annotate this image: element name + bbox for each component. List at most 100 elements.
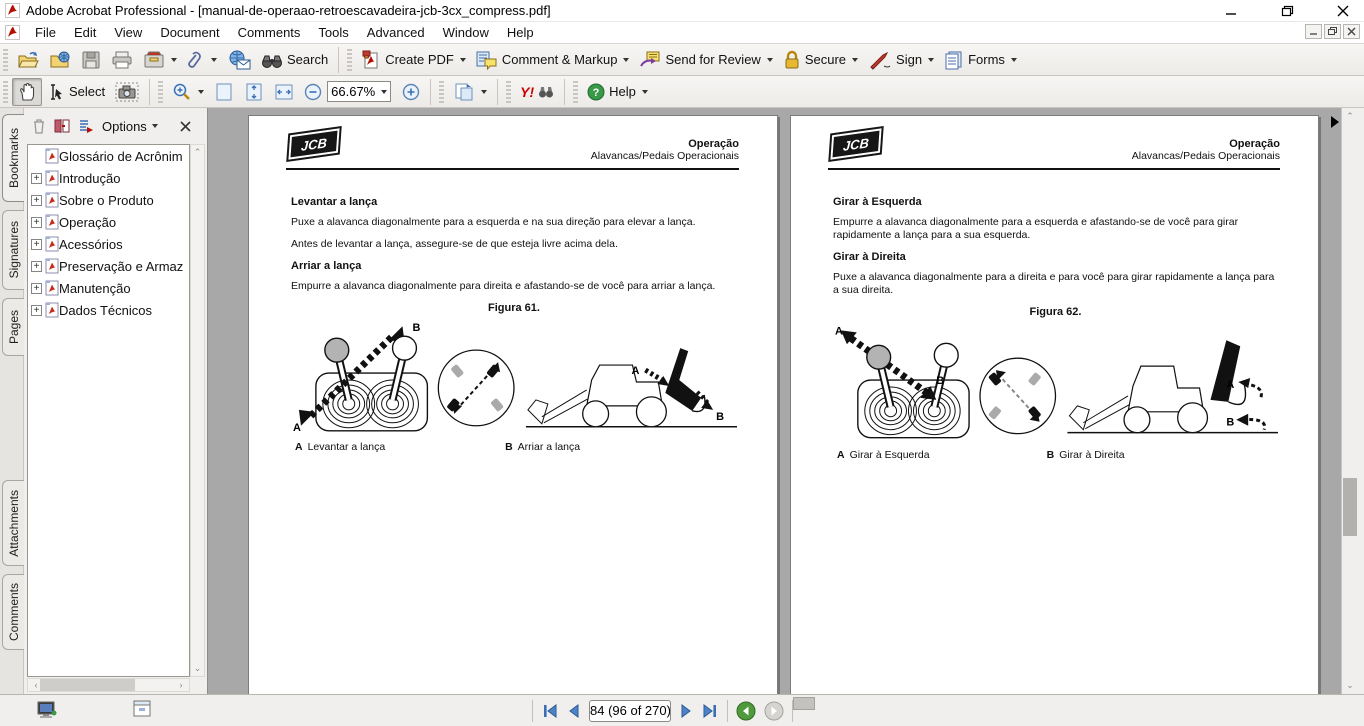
hand-tool-button[interactable] [12, 78, 42, 106]
attach-button[interactable] [182, 46, 222, 74]
tab-comments[interactable]: Comments [2, 574, 24, 650]
toolbar-grip[interactable] [3, 81, 8, 103]
previous-view-icon[interactable] [736, 701, 756, 721]
bookmark-item[interactable]: + Preservação e Armaz [28, 255, 189, 277]
tab-signatures[interactable]: Signatures [2, 210, 24, 290]
menu-file[interactable]: File [26, 23, 65, 42]
zoom-level-input[interactable] [331, 84, 379, 99]
delete-bookmark-icon[interactable] [32, 118, 46, 134]
fit-page-button[interactable] [239, 78, 269, 106]
scroll-right-icon[interactable]: › [176, 680, 186, 690]
document-horizontal-scrollbar-thumb[interactable] [793, 697, 815, 710]
comment-markup-caret[interactable] [623, 58, 629, 62]
menu-advanced[interactable]: Advanced [358, 23, 434, 42]
bookmark-item[interactable]: + Manutenção [28, 277, 189, 299]
next-page-icon[interactable] [679, 703, 693, 719]
yahoo-search-button[interactable]: Y! [515, 80, 559, 104]
new-bookmark-icon[interactable] [78, 118, 94, 134]
menu-window[interactable]: Window [434, 23, 498, 42]
create-pdf-caret[interactable] [460, 58, 466, 62]
snapshot-tool-button[interactable] [110, 78, 144, 106]
toolbar-grip[interactable] [439, 81, 444, 103]
expand-plus-icon[interactable]: + [31, 173, 42, 184]
create-pdf-button[interactable]: Create PDF [356, 46, 471, 74]
doc-minimize-button[interactable] [1305, 24, 1322, 39]
print-button[interactable] [106, 46, 138, 74]
panel-vertical-scrollbar[interactable]: ⌃ ⌄ [190, 144, 205, 677]
zoom-tool-button[interactable] [167, 78, 209, 106]
menu-view[interactable]: View [105, 23, 151, 42]
open-button[interactable] [12, 46, 44, 74]
forms-button[interactable]: Forms [939, 46, 1022, 74]
attach-dropdown-caret[interactable] [211, 58, 217, 62]
menu-tools[interactable]: Tools [309, 23, 357, 42]
search-button[interactable]: Search [256, 46, 333, 74]
bookmark-item[interactable]: + Acessórios [28, 233, 189, 255]
menu-document[interactable]: Document [151, 23, 228, 42]
menu-edit[interactable]: Edit [65, 23, 105, 42]
help-button[interactable]: ? Help [582, 79, 653, 105]
reading-mode-icon[interactable] [36, 700, 58, 720]
expand-plus-icon[interactable]: + [31, 261, 42, 272]
expand-plus-icon[interactable]: + [31, 305, 42, 316]
options-menu-button[interactable]: Options [102, 119, 158, 134]
last-page-icon[interactable] [701, 703, 719, 719]
sign-caret[interactable] [928, 58, 934, 62]
toolbar-grip[interactable] [3, 49, 8, 71]
comment-markup-button[interactable]: Comment & Markup [471, 46, 635, 74]
document-vertical-scrollbar[interactable]: ⌃ ⌄ [1341, 108, 1358, 694]
zoom-out-button[interactable] [299, 79, 327, 105]
panel-horizontal-scrollbar[interactable]: ‹ › [27, 678, 190, 692]
sign-button[interactable]: Sign [863, 46, 939, 74]
scroll-up-icon[interactable]: ⌃ [191, 147, 204, 158]
scroll-down-icon[interactable]: ⌄ [1342, 680, 1358, 691]
page-display-caret[interactable] [481, 90, 487, 94]
organizer-button[interactable] [138, 46, 182, 74]
close-button[interactable] [1330, 2, 1356, 20]
select-tool-button[interactable]: Select [42, 79, 110, 105]
zoom-in-button[interactable] [397, 79, 425, 105]
scrollbar-thumb[interactable] [1343, 478, 1357, 536]
actual-size-button[interactable] [209, 78, 239, 106]
tab-attachments[interactable]: Attachments [2, 480, 24, 566]
email-button[interactable] [222, 46, 256, 74]
first-page-icon[interactable] [541, 703, 559, 719]
page-display-button[interactable] [448, 78, 492, 106]
menu-help[interactable]: Help [498, 23, 543, 42]
expand-plus-icon[interactable]: + [31, 239, 42, 250]
scroll-down-icon[interactable]: ⌄ [191, 663, 204, 674]
send-for-review-caret[interactable] [767, 58, 773, 62]
open-web-page-button[interactable] [44, 46, 76, 74]
bookmark-item[interactable]: + Dados Técnicos [28, 299, 189, 321]
expand-current-bookmark-icon[interactable] [54, 118, 70, 134]
bookmark-item[interactable]: + Introdução [28, 167, 189, 189]
doc-restore-button[interactable] [1324, 24, 1341, 39]
fit-width-button[interactable] [269, 78, 299, 106]
scrollbar-thumb[interactable] [40, 679, 135, 691]
secure-button[interactable]: Secure [778, 46, 863, 74]
expand-plus-icon[interactable]: + [31, 283, 42, 294]
minimize-button[interactable] [1218, 2, 1244, 20]
bookmark-item[interactable]: + Operação [28, 211, 189, 233]
single-page-layout-icon[interactable] [132, 700, 152, 718]
menu-comments[interactable]: Comments [229, 23, 310, 42]
toolbar-grip[interactable] [347, 49, 352, 71]
save-button[interactable] [76, 46, 106, 74]
tab-bookmarks[interactable]: Bookmarks [2, 114, 24, 202]
secure-caret[interactable] [852, 58, 858, 62]
toolbar-grip[interactable] [573, 81, 578, 103]
expand-plus-icon[interactable]: + [31, 217, 42, 228]
restore-button[interactable] [1274, 2, 1300, 20]
howto-pane-toggle-icon[interactable] [1331, 116, 1339, 128]
tab-pages[interactable]: Pages [2, 298, 24, 356]
zoom-tool-caret[interactable] [198, 90, 204, 94]
organizer-dropdown-caret[interactable] [171, 58, 177, 62]
previous-page-icon[interactable] [567, 703, 581, 719]
close-panel-icon[interactable] [180, 121, 191, 132]
zoom-level-caret[interactable] [381, 90, 387, 94]
send-for-review-button[interactable]: Send for Review [634, 46, 777, 74]
bookmark-item[interactable]: Glossário de Acrônim [28, 145, 189, 167]
forms-caret[interactable] [1011, 58, 1017, 62]
page-number-field[interactable] [589, 700, 671, 722]
next-view-icon[interactable] [764, 701, 784, 721]
